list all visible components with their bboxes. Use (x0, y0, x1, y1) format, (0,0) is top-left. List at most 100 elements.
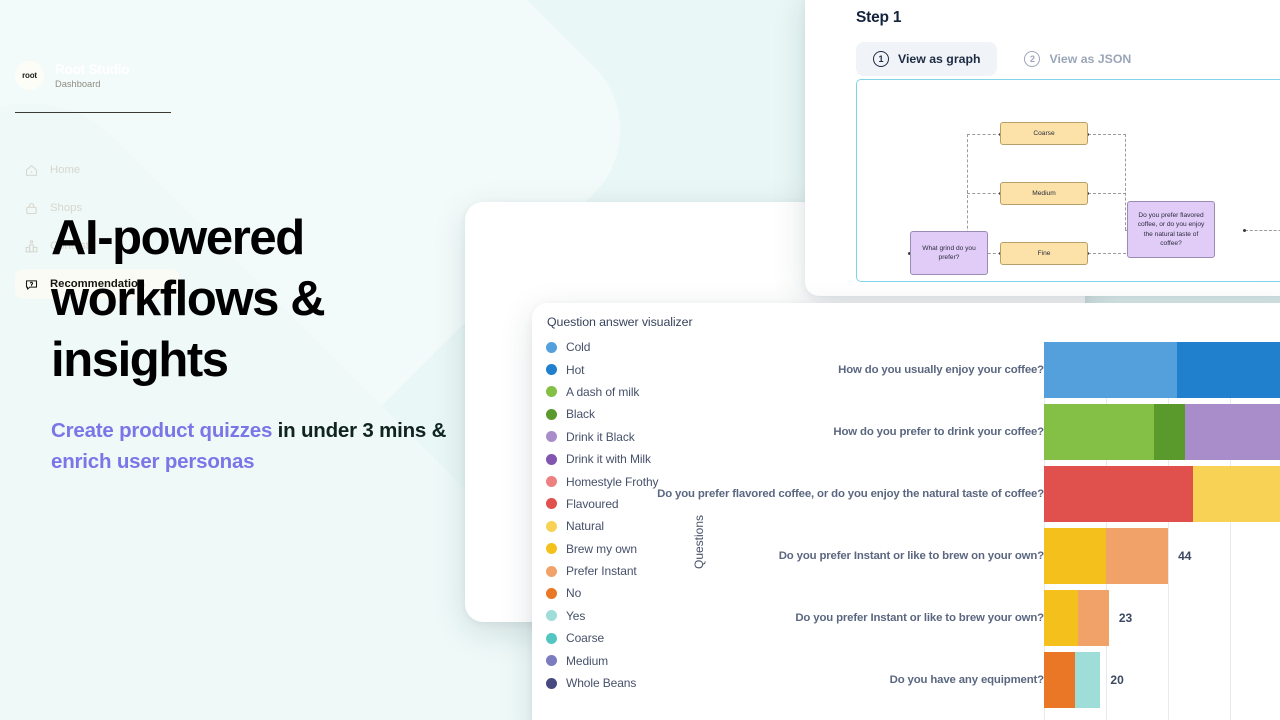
chart-bar[interactable] (1044, 590, 1109, 646)
legend-item-label: Brew my own (566, 541, 637, 556)
legend-item[interactable]: A dash of milk (546, 381, 658, 403)
chart-bar[interactable] (1044, 528, 1169, 584)
graph-answer-node[interactable]: Medium (1000, 182, 1088, 205)
chart-bar-segment[interactable] (1193, 466, 1280, 522)
hero-subtitle: Create product quizzes in under 3 mins &… (51, 416, 451, 477)
legend-item-label: Whole Beans (566, 676, 637, 691)
chart-bar-row: Do you prefer Instant or like to brew yo… (695, 590, 1280, 646)
chart-bar-row: Do you prefer Instant or like to brew on… (695, 528, 1280, 584)
legend-swatch-icon (546, 431, 557, 443)
legend-item-label: Homestyle Frothy (566, 474, 659, 489)
legend-swatch-icon (546, 520, 557, 532)
chart-bar-category-label: Do you have any equipment? (889, 674, 1044, 686)
chart-bar-row: How do you usually enjoy your coffee? (695, 342, 1280, 398)
chart-bar-row: Do you have any equipment? 20 (695, 652, 1280, 708)
legend-swatch-icon (546, 632, 557, 644)
legend-item[interactable]: Coarse (546, 627, 658, 649)
legend-item[interactable]: Yes (546, 605, 658, 627)
legend-swatch-icon (546, 341, 557, 353)
chart-bar[interactable] (1044, 466, 1280, 522)
legend-item-label: Drink it Black (566, 429, 635, 444)
bag-icon (24, 201, 39, 216)
legend-item[interactable]: Natural (546, 515, 658, 537)
chart-bar-category-label: Do you prefer Instant or like to brew yo… (795, 612, 1044, 624)
tab-view-as-json[interactable]: 2 View as JSON (1007, 42, 1148, 76)
podium-icon (24, 239, 39, 254)
page-root: AI-powered workflows & insights Create p… (0, 0, 1280, 720)
legend-item-label: Black (566, 407, 595, 422)
flow-graph-canvas[interactable]: What grind do you prefer? Coarse Medium … (856, 79, 1280, 282)
graph-question-node[interactable]: What grind do you prefer? (910, 231, 988, 275)
chart-bar-segment[interactable] (1044, 404, 1154, 460)
legend-item-label: No (566, 586, 582, 601)
sidebar-item-home[interactable]: Home (15, 155, 175, 185)
chart-bar-segment[interactable] (1176, 342, 1280, 398)
legend-item-label: Hot (566, 362, 585, 377)
chart-bar-value-label: 20 (1110, 673, 1124, 687)
tab-number-icon: 1 (873, 51, 889, 67)
legend-item-label: A dash of milk (566, 384, 640, 399)
legend-swatch-icon (546, 476, 557, 488)
legend-swatch-icon (546, 655, 557, 667)
chat-question-icon (24, 277, 39, 292)
brand-name: Root Studio (55, 62, 130, 77)
legend-item-label: Medium (566, 653, 609, 668)
legend-item[interactable]: Whole Beans (546, 672, 658, 694)
chart-bar-segment[interactable] (1044, 342, 1177, 398)
chart-bar-segment[interactable] (1044, 652, 1075, 708)
graph-edge (1245, 230, 1280, 231)
legend-swatch-icon (546, 565, 557, 577)
legend-item[interactable]: Hot (546, 358, 658, 380)
legend-swatch-icon (546, 543, 557, 555)
legend-item[interactable]: Cold (546, 336, 658, 358)
graph-question-node[interactable]: Do you prefer flavored coffee, or do you… (1127, 201, 1215, 258)
legend-item[interactable]: Black (546, 403, 658, 425)
legend-item[interactable]: Homestyle Frothy (546, 470, 659, 492)
legend-item[interactable]: Drink it with Milk (546, 448, 658, 470)
chart-bar-segment[interactable] (1153, 404, 1185, 460)
chart-bar-segment[interactable] (1106, 528, 1169, 584)
chart-bar[interactable] (1044, 652, 1101, 708)
legend-item[interactable]: Flavoured (546, 493, 658, 515)
legend-item[interactable]: Brew my own (546, 538, 658, 560)
graph-edge (1088, 193, 1126, 194)
tab-view-as-graph[interactable]: 1 View as graph (856, 42, 998, 76)
chart-bar-segment[interactable] (1044, 528, 1107, 584)
legend-item-label: Prefer Instant (566, 564, 637, 579)
legend-item-label: Coarse (566, 631, 605, 646)
step-title: Step 1 (856, 9, 902, 26)
legend-item[interactable]: Drink it Black (546, 426, 658, 448)
legend-item[interactable]: Prefer Instant (546, 560, 658, 582)
legend-swatch-icon (546, 587, 557, 599)
graph-edge (967, 134, 1001, 135)
chart-bar-segment[interactable] (1044, 590, 1078, 646)
chart-bar[interactable] (1044, 342, 1280, 398)
graph-answer-node[interactable]: Fine (1000, 242, 1088, 265)
legend-item-label: Drink it with Milk (566, 452, 651, 467)
legend-item[interactable]: No (546, 582, 658, 604)
legend-item[interactable]: Medium (546, 649, 658, 671)
chart-bar-segment[interactable] (1184, 404, 1280, 460)
headline-line-1: AI-powered (51, 211, 305, 265)
hero-subtitle-plain: in under 3 mins & (272, 419, 447, 443)
chart-bar-segment[interactable] (1075, 652, 1101, 708)
graph-edge (967, 193, 1001, 194)
chart-plot-area: How do you usually enjoy your coffee? How… (657, 333, 1280, 720)
chart-bar-category-label: How do you prefer to drink your coffee? (833, 426, 1044, 438)
graph-anchor-dot (1243, 229, 1246, 232)
step-panel-card: Step 1 1 View as graph 2 View as JSON Wh… (805, 0, 1280, 296)
chart-bar-value-label: 23 (1118, 611, 1133, 625)
chart-legend: Cold Hot A dash of milk Black Drink it Black… (546, 336, 659, 694)
chart-bar-segment[interactable] (1044, 466, 1194, 522)
legend-swatch-icon (546, 364, 557, 376)
tab-number-icon: 2 (1024, 51, 1041, 67)
legend-item-label: Flavoured (566, 496, 619, 511)
chart-bar[interactable] (1044, 404, 1280, 460)
tab-view-as-json-label: View as JSON (1049, 52, 1132, 66)
legend-item-label: Cold (566, 340, 591, 355)
chart-bar-segment[interactable] (1077, 590, 1109, 646)
graph-answer-node[interactable]: Coarse (1000, 122, 1088, 145)
chart-title: Question answer visualizer (547, 315, 693, 329)
legend-swatch-icon (546, 386, 557, 398)
graph-edge (1125, 134, 1126, 230)
